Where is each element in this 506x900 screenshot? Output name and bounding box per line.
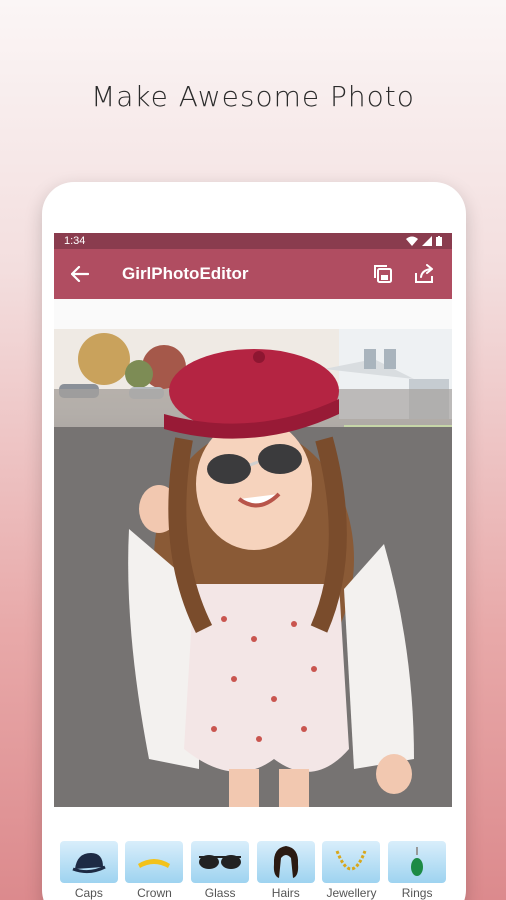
crown-icon [138,859,171,868]
photo-canvas[interactable] [54,329,452,807]
status-time: 1:34 [64,235,86,247]
tool-crown[interactable]: Crown [124,841,184,900]
app-bar: GirlPhotoEditor [54,249,452,299]
cap-icon [72,853,106,874]
sticker-category-tray: Caps Crown Glass Hairs Jewellery Rings [54,827,452,900]
ring-icon [411,847,424,876]
tool-label: Rings [401,886,433,900]
app-title: GirlPhotoEditor [122,264,249,283]
tool-label: Crown [137,886,172,900]
wifi-icon [406,236,418,246]
tool-caps[interactable]: Caps [59,841,119,900]
necklace-icon [336,850,367,871]
tool-label: Hairs [271,886,300,900]
hair-icon [273,846,298,878]
tool-glass[interactable]: Glass [190,841,250,900]
tool-label: Glass [204,886,236,900]
tool-rings[interactable]: Rings [387,841,447,900]
battery-icon [436,236,442,246]
tool-label: Caps [74,886,103,900]
tool-label: Jewellery [326,886,377,900]
save-icon[interactable] [370,261,396,287]
tool-hairs[interactable]: Hairs [256,841,316,900]
canvas-top-margin [54,299,452,329]
status-bar: 1:34 [54,233,452,249]
app-screen: 1:34 GirlPhotoEditor Caps Crown Glass Ha… [54,233,452,900]
sunglasses-icon [199,855,242,869]
girl-photo-illustration [54,329,452,807]
promo-headline: Make Awesome Photo [91,80,415,113]
tool-jewellery[interactable]: Jewellery [321,841,381,900]
back-arrow-icon[interactable] [68,262,92,286]
signal-icon [422,236,432,246]
share-icon[interactable] [412,261,438,287]
